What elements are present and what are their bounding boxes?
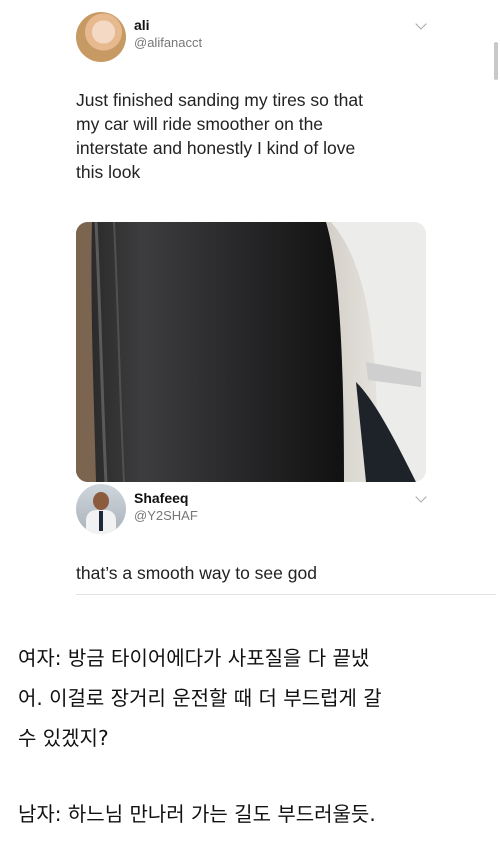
tweet-text: Just finished sanding my tires so that m… [76, 88, 363, 184]
caption-line: 어. 이걸로 장거리 운전할 때 더 부드럽게 갈 [18, 686, 382, 710]
caption-woman: 여자: 방금 타이어에다가 사포질을 다 끝냈 어. 이걸로 장거리 운전할 때… [18, 638, 488, 758]
chevron-down-icon[interactable] [415, 18, 427, 30]
worn-tire-photo [76, 222, 426, 482]
user-handle[interactable]: @alifanacct [134, 35, 202, 50]
avatar[interactable] [76, 484, 126, 534]
tweet-text-line: my car will ride smoother on the [76, 114, 324, 134]
caption-line: 여자: 방금 타이어에다가 사포질을 다 끝냈 [18, 646, 370, 670]
person-tie [99, 511, 103, 531]
display-name[interactable]: ali [134, 17, 150, 33]
tweet-text: that’s a smooth way to see god [76, 563, 317, 583]
avatar[interactable] [76, 12, 126, 62]
display-name[interactable]: Shafeeq [134, 490, 188, 506]
person-head [93, 492, 109, 510]
caption-man: 남자: 하느님 만나러 가는 길도 부드러울듯. [18, 802, 376, 826]
tweet-text-line: interstate and honestly I kind of love [76, 138, 356, 158]
scrollbar[interactable] [494, 42, 498, 80]
caption-line: 수 있겠지? [18, 726, 109, 750]
tweet-text-line: this look [76, 162, 141, 182]
user-handle[interactable]: @Y2SHAF [134, 508, 198, 523]
chevron-down-icon[interactable] [415, 491, 427, 503]
divider [76, 594, 496, 595]
tweet-text-line: Just finished sanding my tires so that [76, 90, 363, 110]
tweet-image[interactable] [76, 222, 426, 482]
